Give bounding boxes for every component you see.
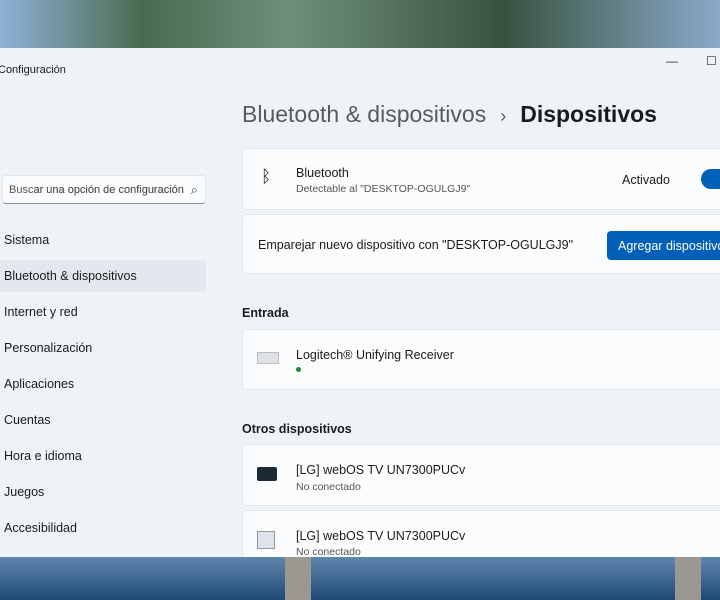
sidebar-item-bluetooth[interactable]: Bluetooth & dispositivos bbox=[0, 260, 206, 292]
wallpaper-top bbox=[0, 0, 720, 48]
section-entrada: Entrada bbox=[242, 306, 289, 320]
chevron-right-icon: › bbox=[500, 106, 507, 126]
sidebar-item-accesibilidad[interactable]: Accesibilidad bbox=[0, 512, 206, 544]
device-status: No conectado bbox=[296, 481, 361, 493]
maximize-button[interactable]: ☐ bbox=[706, 54, 717, 68]
device-status: No conectado bbox=[296, 546, 361, 557]
add-device-button[interactable]: Agregar dispositivo bbox=[607, 231, 720, 260]
sidebar-item-aplicaciones[interactable]: Aplicaciones bbox=[0, 368, 206, 400]
search-input[interactable]: Buscar una opción de configuración ar un… bbox=[2, 175, 206, 204]
bluetooth-toggle[interactable] bbox=[701, 169, 720, 189]
bluetooth-subtitle: Detectable al "DESKTOP-OGULGJ9" bbox=[296, 183, 471, 195]
sidebar-item-hora[interactable]: Hora e idioma bbox=[0, 440, 206, 472]
device-item[interactable]: [LG] webOS TV UN7300PUCv No conectado ⋮ bbox=[242, 444, 720, 506]
page-title: Dispositivos bbox=[520, 101, 657, 127]
breadcrumb: Bluetooth & dispositivos › Dispositivos bbox=[242, 101, 657, 128]
sidebar-item-juegos[interactable]: Juegos bbox=[0, 476, 206, 508]
bluetooth-card: ᛒ Bluetooth Detectable al "DESKTOP-OGULG… bbox=[242, 148, 720, 210]
search-placeholder-tail: ar una opción de configuración bbox=[33, 184, 184, 196]
connected-dot bbox=[296, 367, 301, 372]
wallpaper-post bbox=[675, 557, 701, 600]
wallpaper-bottom bbox=[0, 557, 720, 600]
settings-window: Configuración — ☐ Buscar una opción de c… bbox=[0, 48, 720, 557]
pair-text: Emparejar nuevo dispositivo con "DESKTOP… bbox=[258, 238, 574, 252]
media-device-icon bbox=[257, 531, 275, 549]
device-item[interactable]: Logitech® Unifying Receiver ⋮ bbox=[242, 329, 720, 390]
pair-card: Emparejar nuevo dispositivo con "DESKTOP… bbox=[242, 214, 720, 274]
wallpaper-post bbox=[285, 557, 311, 600]
section-otros: Otros dispositivos bbox=[242, 422, 352, 436]
sidebar-item-sistema[interactable]: Sistema bbox=[0, 224, 206, 256]
breadcrumb-parent[interactable]: Bluetooth & dispositivos bbox=[242, 101, 486, 127]
sidebar-item-internet[interactable]: Internet y red bbox=[0, 296, 206, 328]
device-name: Logitech® Unifying Receiver bbox=[296, 348, 454, 362]
sidebar-item-cuentas[interactable]: Cuentas bbox=[0, 404, 206, 436]
bluetooth-state: Activado bbox=[622, 173, 670, 187]
window-title: Configuración bbox=[0, 64, 66, 76]
minimize-button[interactable]: — bbox=[666, 54, 678, 68]
sidebar-item-personalizacion[interactable]: Personalización bbox=[0, 332, 206, 364]
device-item[interactable]: [LG] webOS TV UN7300PUCv No conectado ⋮ bbox=[242, 510, 720, 557]
tv-icon bbox=[257, 467, 277, 481]
device-name: [LG] webOS TV UN7300PUCv bbox=[296, 529, 466, 543]
search-icon: ⌕ bbox=[190, 182, 198, 197]
keyboard-icon bbox=[257, 352, 279, 364]
bluetooth-icon: ᛒ bbox=[261, 167, 272, 186]
bluetooth-title: Bluetooth bbox=[296, 166, 349, 180]
device-name: [LG] webOS TV UN7300PUCv bbox=[296, 463, 466, 477]
